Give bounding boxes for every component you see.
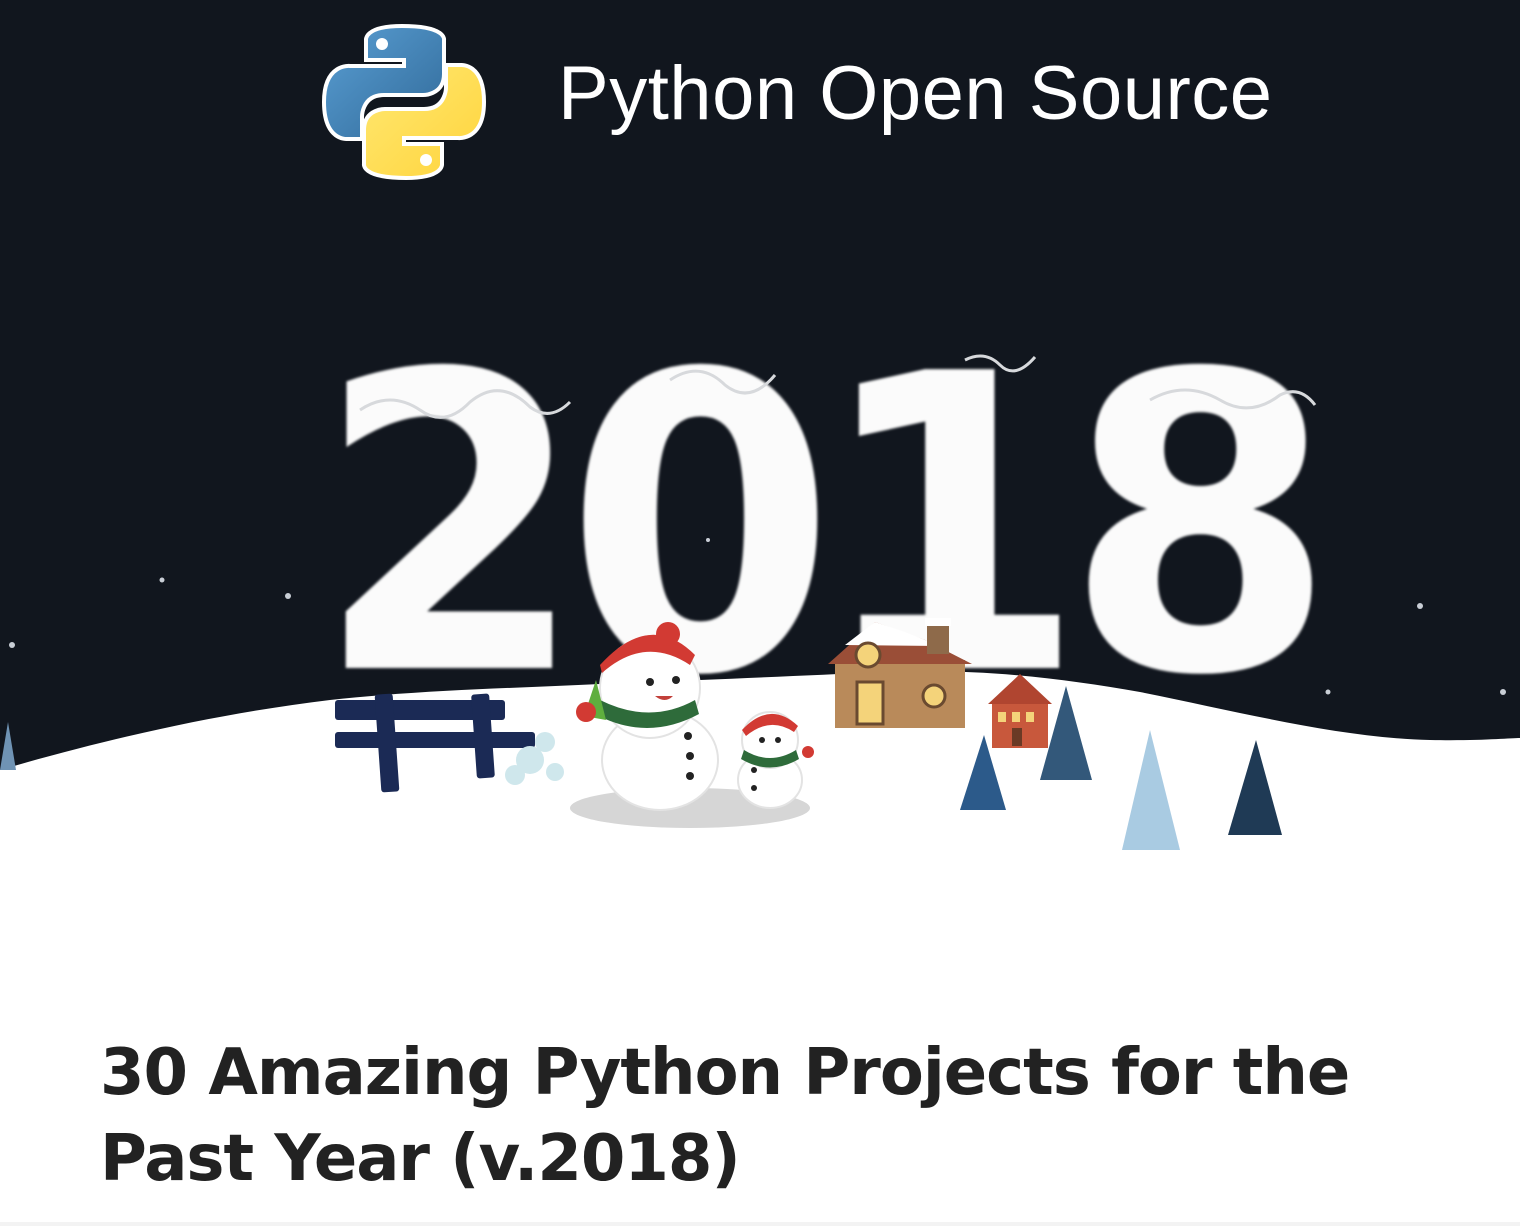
article-title[interactable]: 30 Amazing Python Projects for the Past …	[100, 1030, 1440, 1202]
hero-banner: 2018 Python Open Source	[0, 0, 1520, 860]
brand-name[interactable]: Python Open Source	[558, 56, 1273, 132]
article-card[interactable]: 2018 Python Open Source 30 Amazing Pytho…	[0, 0, 1520, 1226]
card-bottom-divider	[0, 1222, 1520, 1226]
